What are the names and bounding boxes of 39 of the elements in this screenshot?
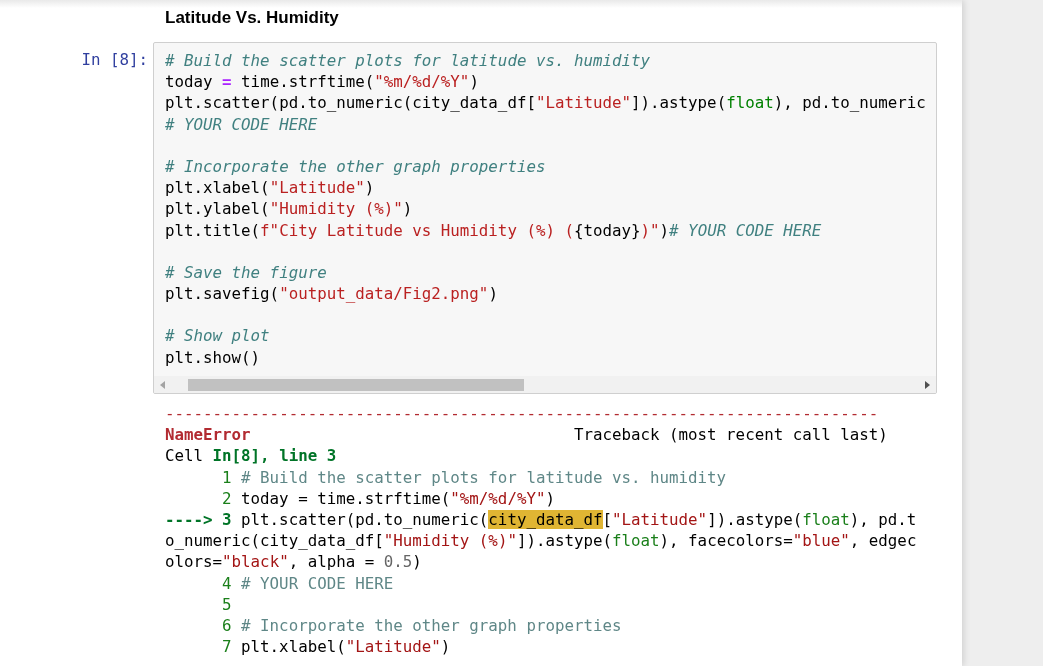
code-line: # Incorporate the other graph properties (165, 155, 547, 178)
scrollbar-thumb[interactable] (188, 378, 524, 391)
error-name: NameError (165, 424, 251, 446)
traceback-divider: --------------------------------------------------------------------------- (165, 403, 879, 425)
code-line: olors="black", alpha = 0.5) (165, 551, 422, 573)
error-arrow: ----> (165, 508, 213, 531)
line-number: 2 (222, 487, 232, 509)
code-line: plt.ylabel("Humidity (%)") (165, 198, 414, 220)
code-line: plt.title(f"City Latitude vs Humidity (%) ({today})")# YOUR CODE HERE (165, 219, 823, 241)
line-number: 5 (222, 593, 232, 615)
horizontal-scrollbar[interactable] (154, 376, 936, 393)
code-line: # Save the figure (165, 261, 328, 284)
input-prompt: In [8]: (80, 49, 149, 71)
code-line: today = time.strftime("%m/%d/%Y") (241, 487, 555, 509)
code-line: # Show plot (165, 325, 271, 347)
line-number: 3 (222, 508, 232, 531)
code-line: # YOUR CODE HERE (241, 572, 394, 594)
code-cell-input[interactable] (153, 42, 937, 394)
section-heading: Latitude Vs. Humidity (164, 8, 340, 29)
code-line: plt.scatter(pd.to_numeric(city_data_df["Latitude"]).astype(float), pd.to_numeric (165, 92, 927, 114)
code-line: # Build the scatter plots for latitude vs. humidity (165, 50, 652, 72)
code-line: plt.scatter(pd.to_numeric(city_data_df["Latitude"]).astype(float), pd.t (241, 508, 917, 531)
code-line: Cell In[8], line 3 (165, 445, 337, 467)
code-line: o_numeric(city_data_df["Humidity (%)"]).astype(float), facecolors="blue", edgec (165, 530, 917, 552)
code-line: plt.xlabel("Latitude") (241, 636, 451, 658)
code-line: # YOUR CODE HERE (165, 113, 319, 135)
line-number: 6 (222, 614, 232, 637)
line-number: 4 (222, 572, 232, 594)
traceback-label: Traceback (most recent call last) (573, 424, 888, 446)
scroll-right-icon[interactable] (924, 380, 930, 389)
line-number: 7 (222, 636, 232, 658)
code-line: today = time.strftime("%m/%d/%Y") (165, 71, 480, 93)
line-number: 1 (222, 466, 232, 488)
code-line: plt.show() (165, 346, 262, 368)
code-line: # Build the scatter plots for latitude vs. humidity (241, 466, 727, 488)
code-line: plt.savefig("output_data/Fig2.png") (165, 283, 499, 305)
code-line: # Incorporate the other graph properties (241, 614, 622, 637)
code-line: plt.xlabel("Latitude") (165, 177, 376, 199)
scroll-left-icon[interactable] (160, 380, 166, 389)
